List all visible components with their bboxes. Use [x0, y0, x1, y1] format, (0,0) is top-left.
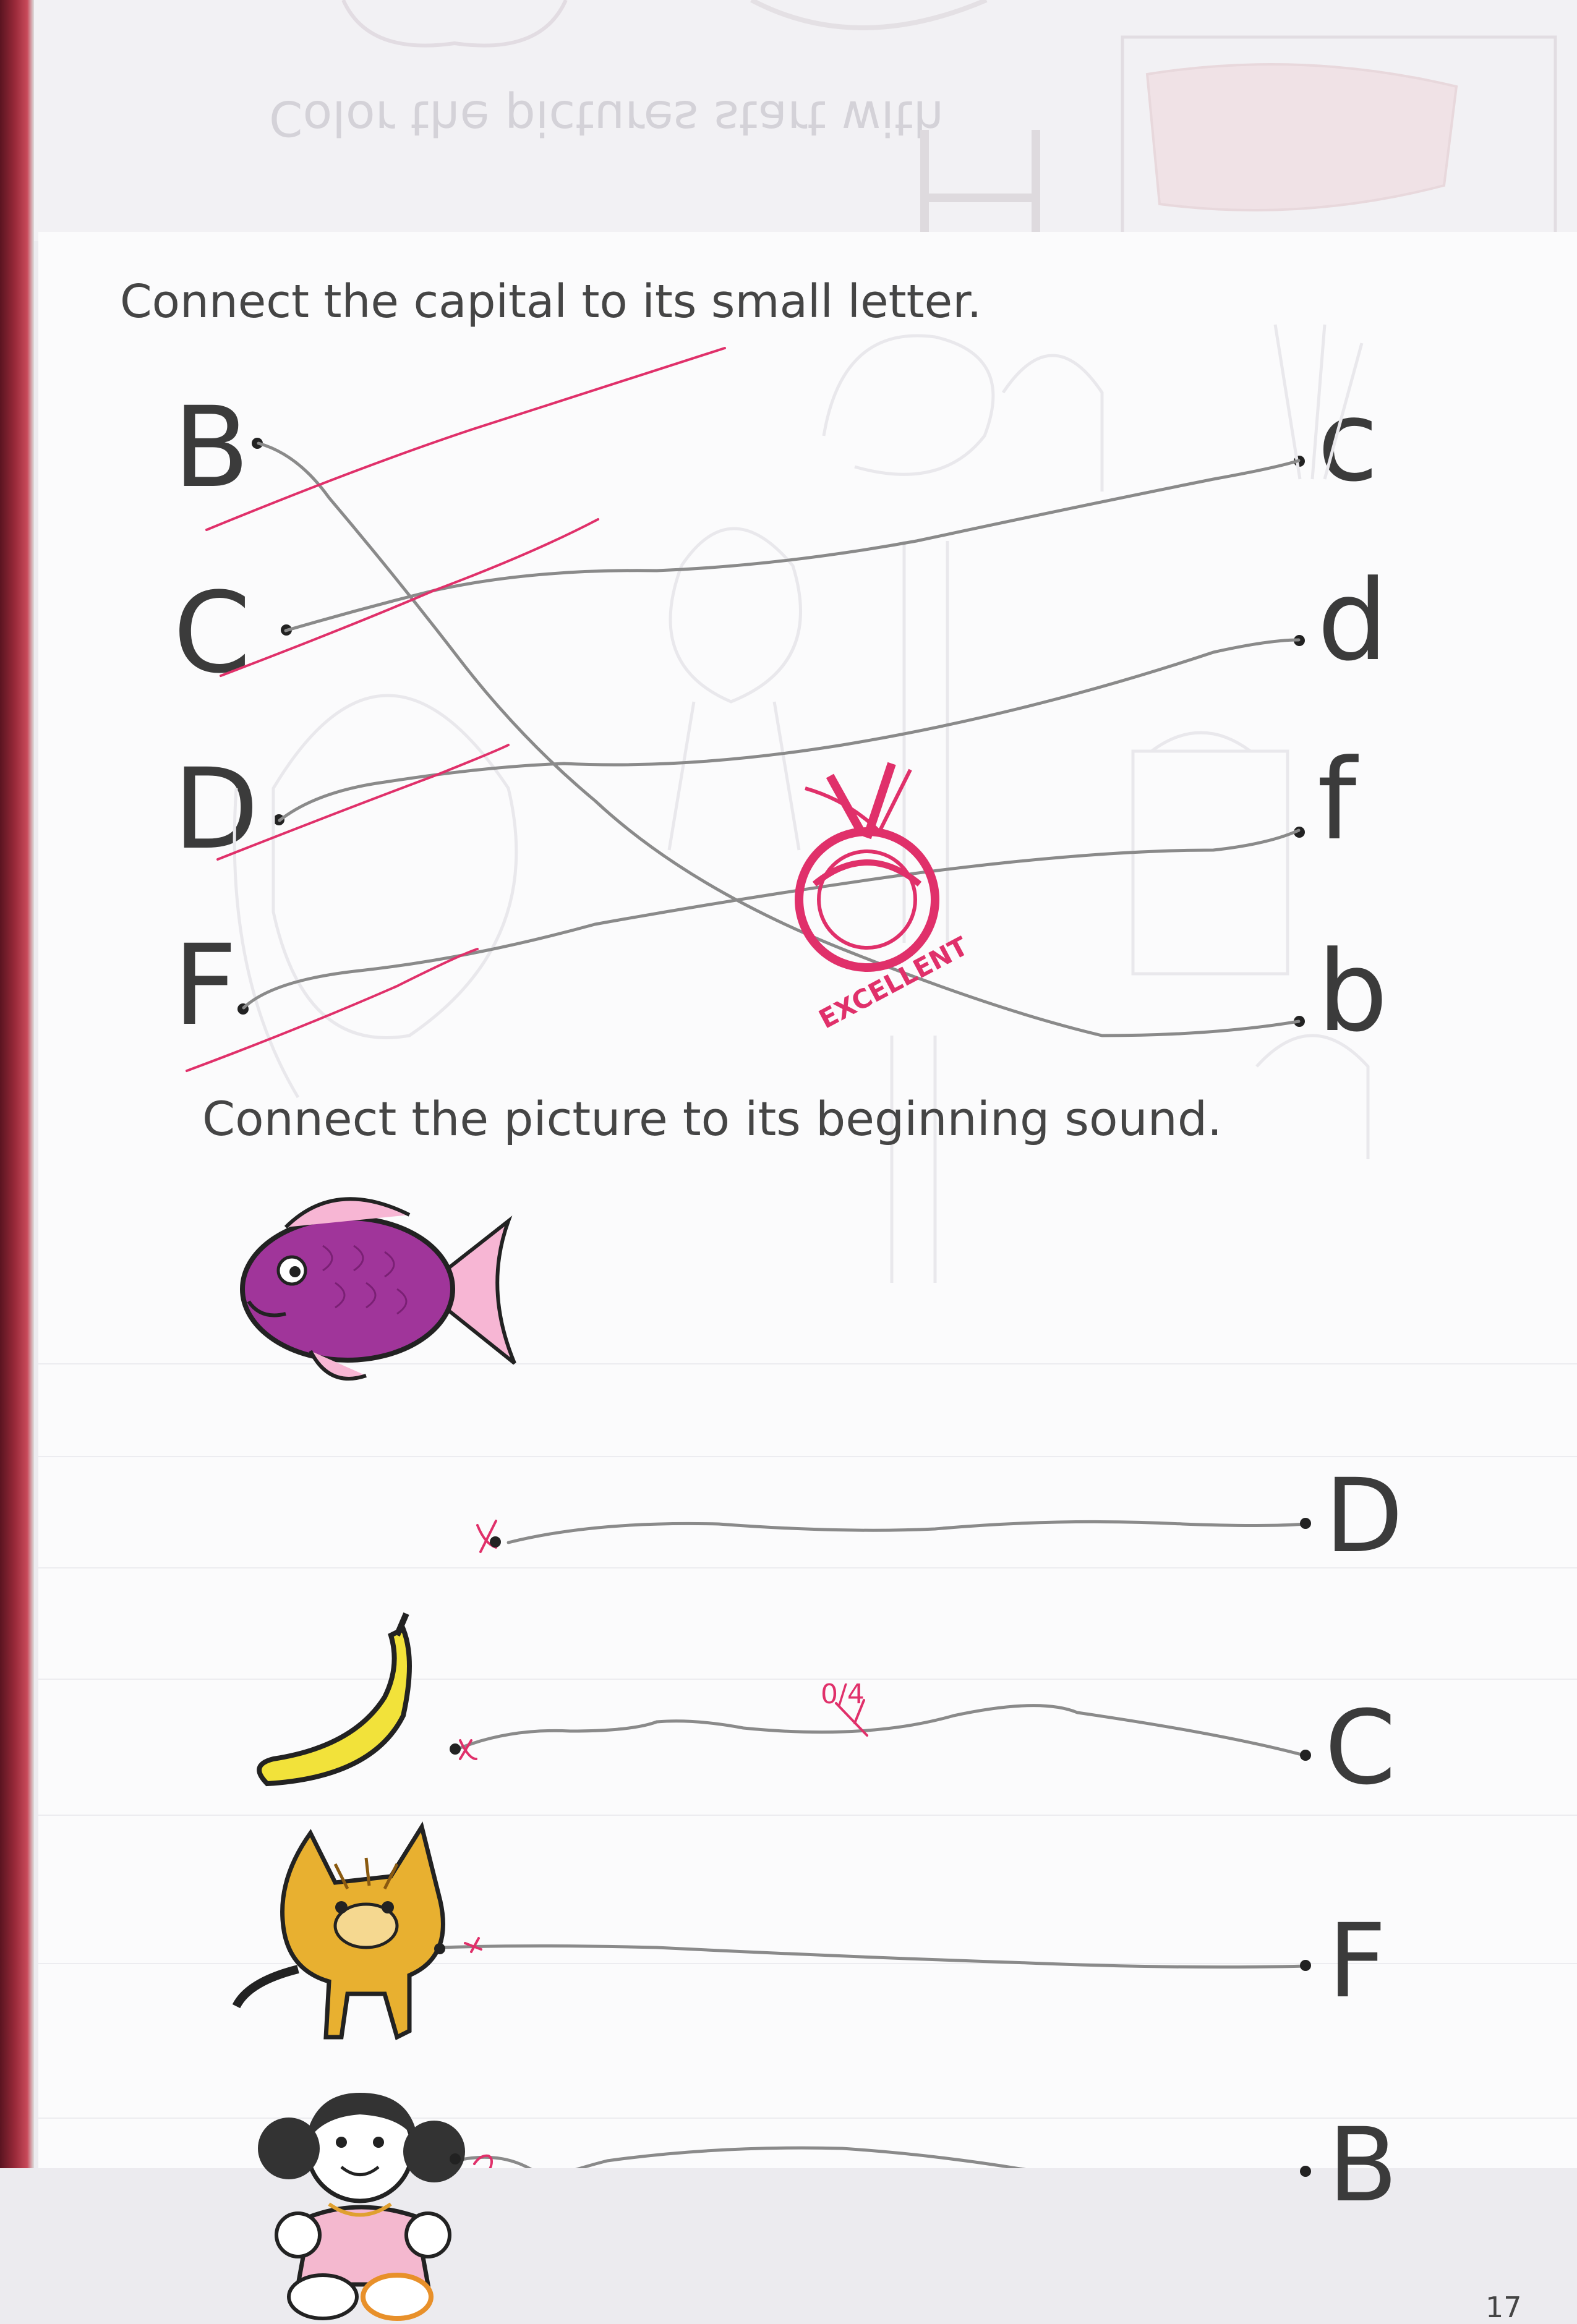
excellent-stamp — [795, 762, 939, 972]
sound-d-dot[interactable] — [1300, 1518, 1311, 1529]
sound-c-dot[interactable] — [1300, 1750, 1311, 1761]
cat-dot[interactable] — [434, 1943, 445, 1954]
previous-page-edge: Color the pictures start with — [34, 0, 1577, 241]
sound-letter-c: C — [1325, 1688, 1396, 1807]
exercise-2-instruction: Connect the picture to its beginning sou… — [202, 1091, 1223, 1146]
sound-b-dot[interactable] — [1300, 2166, 1311, 2177]
previous-page-faint-art — [341, 0, 1557, 241]
book-binding — [0, 0, 34, 2168]
sound-letter-f: F — [1328, 1902, 1387, 2020]
page-number: 17 — [1485, 2291, 1522, 2324]
doll-icon — [258, 2093, 465, 2321]
score-mark: 0/4 — [821, 1679, 865, 1710]
sound-letter-b: B — [1328, 2106, 1398, 2224]
sound-letter-d: D — [1325, 1457, 1404, 1575]
banana-icon — [257, 1612, 412, 1787]
teacher-check-marks — [186, 347, 726, 1072]
doll-dot[interactable] — [450, 2153, 461, 2164]
cat-icon — [232, 1821, 445, 2041]
banana-dot[interactable] — [450, 1743, 461, 1755]
sound-f-dot[interactable] — [1300, 1960, 1311, 1971]
exercise-2-teacher-marks — [459, 1520, 868, 2168]
worksheet-page: Connect the capital to its small letter.… — [38, 232, 1577, 2324]
exercise-1-pencil-lines — [242, 441, 1301, 1037]
fish-dot[interactable] — [490, 1536, 501, 1547]
fish-icon — [240, 1197, 516, 1381]
exercise-2-pencil-lines — [438, 1520, 1308, 2168]
